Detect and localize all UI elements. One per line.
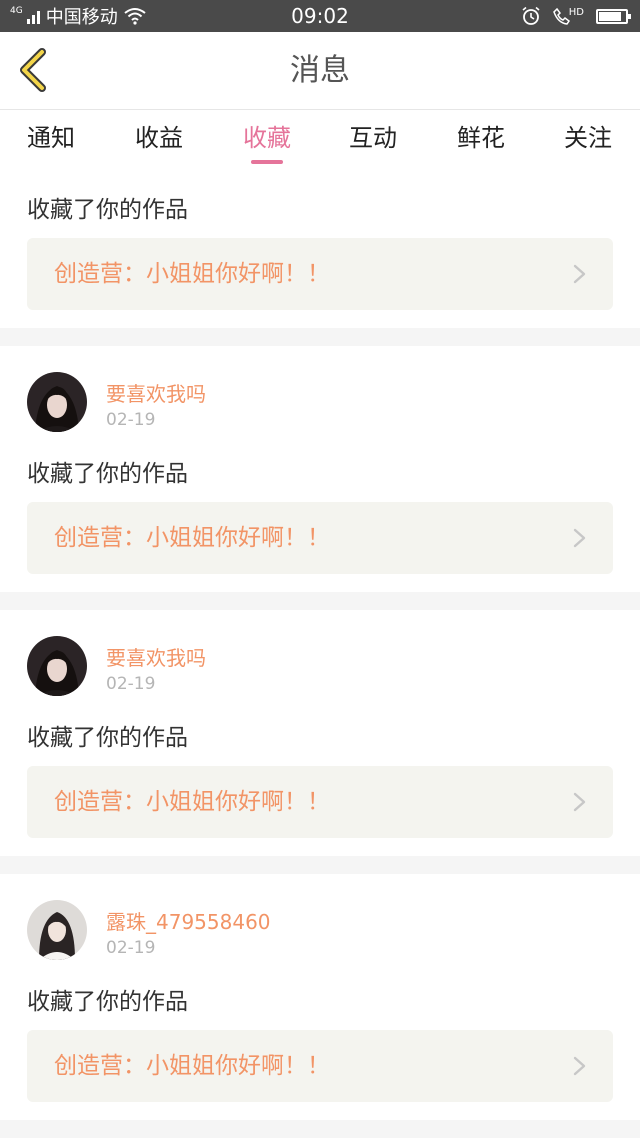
timestamp: 02-19 xyxy=(106,674,156,694)
tab-label: 通知 xyxy=(27,124,75,152)
call-hd-icon: HD xyxy=(552,7,584,25)
work-title: 创造营：小姐姐你好啊！！ xyxy=(54,261,330,287)
list-item: 要喜欢我吗 02-19 收藏了你的作品 创造营：小姐姐你好啊！！ xyxy=(0,346,640,592)
action-text: 收藏了你的作品 xyxy=(27,197,188,223)
alarm-icon xyxy=(522,6,540,25)
timestamp: 02-19 xyxy=(106,938,156,958)
battery-icon xyxy=(596,8,631,24)
tab-following[interactable]: 关注 xyxy=(538,110,638,172)
avatar[interactable] xyxy=(27,372,87,432)
tab-notifications[interactable]: 通知 xyxy=(1,110,101,172)
tab-earnings[interactable]: 收益 xyxy=(109,110,209,172)
work-link[interactable]: 创造营：小姐姐你好啊！！ xyxy=(27,502,613,574)
work-link[interactable]: 创造营：小姐姐你好啊！！ xyxy=(27,238,613,310)
page-header: 消息 xyxy=(0,32,640,110)
list-item: 要喜欢我吗 02-19 收藏了你的作品 创造营：小姐姐你好啊！！ xyxy=(0,610,640,856)
chevron-right-icon xyxy=(573,792,586,812)
tab-interactions[interactable]: 互动 xyxy=(323,110,423,172)
status-bar: 4G 中国移动 09:02 HD xyxy=(0,0,640,32)
work-title: 创造营：小姐姐你好啊！！ xyxy=(54,1053,330,1079)
work-title: 创造营：小姐姐你好啊！！ xyxy=(54,525,330,551)
list-item: 收藏了你的作品 创造营：小姐姐你好啊！！ xyxy=(0,172,640,328)
work-link[interactable]: 创造营：小姐姐你好啊！！ xyxy=(27,766,613,838)
chevron-right-icon xyxy=(573,1056,586,1076)
avatar[interactable] xyxy=(27,636,87,696)
status-right: HD xyxy=(521,0,631,32)
page-title: 消息 xyxy=(290,53,350,88)
tab-bar: 通知 收益 收藏 互动 鲜花 关注 xyxy=(0,110,640,172)
action-text: 收藏了你的作品 xyxy=(27,461,188,487)
timestamp: 02-19 xyxy=(106,410,156,430)
tab-favorites[interactable]: 收藏 xyxy=(217,110,317,172)
username[interactable]: 露珠_479558460 xyxy=(106,906,271,935)
work-title: 创造营：小姐姐你好啊！！ xyxy=(54,789,330,815)
tab-label: 关注 xyxy=(564,124,612,152)
tab-label: 收藏 xyxy=(243,124,291,152)
tab-flowers[interactable]: 鲜花 xyxy=(431,110,531,172)
username[interactable]: 要喜欢我吗 xyxy=(106,642,206,671)
active-tab-indicator xyxy=(251,160,283,164)
tab-label: 收益 xyxy=(135,124,183,152)
list-item: 露珠_479558460 02-19 收藏了你的作品 创造营：小姐姐你好啊！！ xyxy=(0,874,640,1120)
action-text: 收藏了你的作品 xyxy=(27,725,188,751)
action-text: 收藏了你的作品 xyxy=(27,989,188,1015)
tab-label: 互动 xyxy=(349,124,397,152)
username[interactable]: 要喜欢我吗 xyxy=(106,378,206,407)
work-link[interactable]: 创造营：小姐姐你好啊！！ xyxy=(27,1030,613,1102)
tab-label: 鲜花 xyxy=(457,124,505,152)
chevron-right-icon xyxy=(573,264,586,284)
avatar[interactable] xyxy=(27,900,87,960)
chevron-right-icon xyxy=(573,528,586,548)
hd-label: HD xyxy=(568,7,584,18)
